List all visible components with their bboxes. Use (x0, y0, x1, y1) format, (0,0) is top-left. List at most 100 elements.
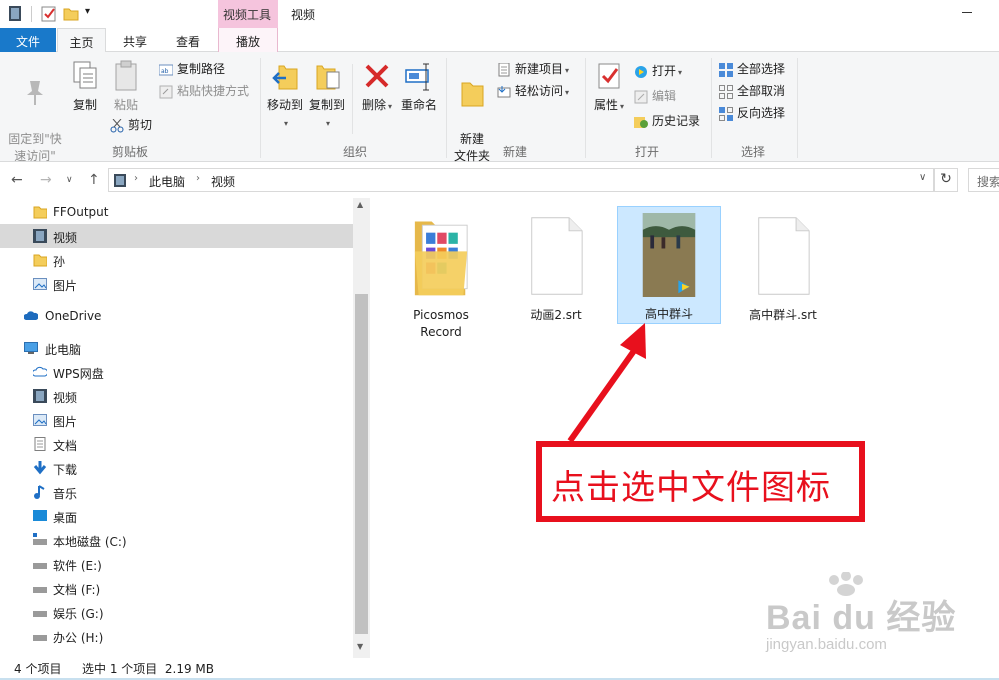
open-button[interactable]: 打开 ▾ (634, 62, 682, 82)
pin-quick-access-label: 固定到"快 速访问" (8, 132, 62, 163)
move-to-button[interactable]: 移动到 ▾ (266, 58, 304, 132)
nav-item-drive-h[interactable]: 办公 (H:) (0, 624, 353, 648)
group-separator (260, 58, 261, 158)
properties-button[interactable]: 属性 ▾ (592, 58, 626, 115)
annotation-callout: 点击选中文件图标 (536, 441, 865, 522)
cut-label: 剪切 (128, 118, 153, 132)
nav-item-videos-quick[interactable]: 视频 (0, 224, 353, 248)
edit-label: 编辑 (652, 89, 677, 103)
nav-item-pictures-quick[interactable]: 图片 (0, 272, 353, 296)
file-item-srt-2[interactable]: 高中群斗.srt (731, 208, 835, 324)
title-bar: ▾ 视频工具 视频 (0, 0, 999, 28)
recent-locations-icon[interactable]: ∨ (66, 175, 73, 185)
ribbon: 固定到"快 速访问" 复制 粘贴 ab 复制路径 粘贴快捷方式 剪切 剪贴板 移… (0, 52, 999, 165)
paste-shortcut-button[interactable]: 粘贴快捷方式 (159, 82, 249, 102)
search-input[interactable]: 搜索 (968, 168, 999, 192)
nav-item-drive-g[interactable]: 娱乐 (G:) (0, 600, 353, 624)
select-all-button[interactable]: 全部选择 (719, 60, 785, 80)
tab-view[interactable]: 查看 (164, 28, 212, 52)
easy-access-label: 轻松访问 (515, 84, 564, 98)
nav-item-music[interactable]: 音乐 (0, 480, 353, 504)
move-to-label: 移动到 (266, 98, 303, 112)
nav-item-label: 下载 (53, 463, 78, 477)
nav-item-sun[interactable]: 孙 (0, 248, 353, 272)
cut-button[interactable]: 剪切 (110, 116, 152, 136)
group-separator (797, 58, 798, 158)
select-none-button[interactable]: 全部取消 (719, 82, 785, 102)
nav-pane-scrollbar[interactable]: ▲ ▼ (353, 198, 370, 658)
video-app-icon (9, 6, 21, 21)
drive-icon (33, 611, 47, 617)
breadcrumb-chevron-icon: › (134, 173, 138, 184)
new-item-label: 新建项目 (515, 62, 564, 76)
drive-icon (33, 635, 47, 641)
nav-item-this-pc[interactable]: 此电脑 (0, 336, 353, 360)
nav-item-drive-e[interactable]: 软件 (E:) (0, 552, 353, 576)
nav-item-label: 桌面 (53, 511, 78, 525)
watermark-url: jingyan.baidu.com (766, 636, 887, 653)
back-arrow-icon[interactable]: ← (11, 172, 23, 188)
forward-arrow-icon[interactable]: → (40, 172, 52, 188)
minimize-button[interactable] (958, 4, 978, 20)
new-item-button[interactable]: 新建项目 ▾ (497, 60, 569, 80)
easy-access-button[interactable]: 轻松访问 ▾ (497, 82, 569, 102)
group-separator (585, 58, 586, 158)
new-folder-button[interactable]: 新建 文件夹 (452, 58, 492, 165)
qat-customize-icon[interactable]: ▾ (85, 6, 90, 17)
address-dropdown-icon[interactable]: ∨ (919, 172, 926, 183)
drive-icon (33, 563, 47, 569)
file-item-video-selected[interactable]: 高中群斗 (617, 206, 721, 324)
nav-item-wps-drive[interactable]: WPS网盘 (0, 360, 353, 384)
nav-item-label: 文档 (53, 439, 78, 453)
paste-shortcut-label: 粘贴快捷方式 (177, 84, 250, 98)
properties-qat-icon[interactable] (41, 5, 57, 22)
select-all-icon (719, 63, 733, 77)
refresh-button[interactable]: ↻ (934, 168, 958, 192)
copy-button[interactable]: 复制 (68, 58, 102, 114)
new-folder-qat-icon[interactable] (63, 6, 79, 21)
delete-icon (365, 64, 389, 88)
tab-share[interactable]: 共享 (110, 28, 160, 52)
tab-file[interactable]: 文件 (0, 28, 56, 52)
nav-item-videos[interactable]: 视频 (0, 384, 353, 408)
nav-item-ffoutput[interactable]: FFOutput (0, 200, 353, 224)
copy-icon (73, 61, 97, 89)
scroll-down-icon[interactable]: ▼ (357, 642, 363, 651)
copy-path-button[interactable]: ab 复制路径 (159, 60, 225, 80)
rename-label: 重命名 (400, 98, 437, 112)
nav-item-documents[interactable]: 文档 (0, 432, 353, 456)
cloud-icon (24, 311, 38, 320)
file-item-folder[interactable]: Picosmos Record (389, 208, 493, 341)
pin-quick-access-button[interactable]: 固定到"快 速访问" (6, 58, 64, 165)
address-bar[interactable]: › 此电脑 › 视频 ∨ (108, 168, 934, 192)
tab-home[interactable]: 主页 (57, 28, 106, 53)
nav-item-desktop[interactable]: 桌面 (0, 504, 353, 528)
watermark-logo: Bai du 经验 (766, 599, 957, 637)
tab-play[interactable]: 播放 (218, 28, 278, 52)
video-thumbnail-icon (642, 213, 696, 297)
group-separator (711, 58, 712, 158)
nav-item-onedrive[interactable]: OneDrive (0, 304, 353, 328)
copy-to-button[interactable]: 复制到 ▾ (308, 58, 346, 132)
nav-item-drive-f[interactable]: 文档 (F:) (0, 576, 353, 600)
breadcrumb-this-pc[interactable]: 此电脑 (149, 173, 185, 190)
delete-button[interactable]: 删除 ▾ (360, 58, 394, 115)
breadcrumb-videos[interactable]: 视频 (211, 173, 235, 190)
video-folder-icon (33, 389, 47, 403)
scissors-icon (110, 119, 124, 133)
nav-item-pictures[interactable]: 图片 (0, 408, 353, 432)
refresh-icon: ↻ (940, 171, 952, 187)
rename-button[interactable]: 重命名 (398, 58, 440, 114)
copy-to-label: 复制到 (308, 98, 345, 112)
nav-item-drive-c[interactable]: 本地磁盘 (C:) (0, 528, 353, 552)
edit-button[interactable]: 编辑 (634, 87, 676, 107)
invert-selection-button[interactable]: 反向选择 (719, 104, 785, 124)
up-arrow-icon[interactable]: ↑ (88, 172, 100, 188)
history-button[interactable]: 历史记录 (634, 112, 700, 132)
scroll-thumb[interactable] (355, 294, 368, 634)
scroll-up-icon[interactable]: ▲ (357, 200, 363, 209)
file-item-srt[interactable]: 动画2.srt (504, 208, 608, 324)
nav-item-downloads[interactable]: 下载 (0, 456, 353, 480)
paste-button[interactable]: 粘贴 (108, 58, 144, 114)
invert-selection-icon (719, 107, 733, 121)
